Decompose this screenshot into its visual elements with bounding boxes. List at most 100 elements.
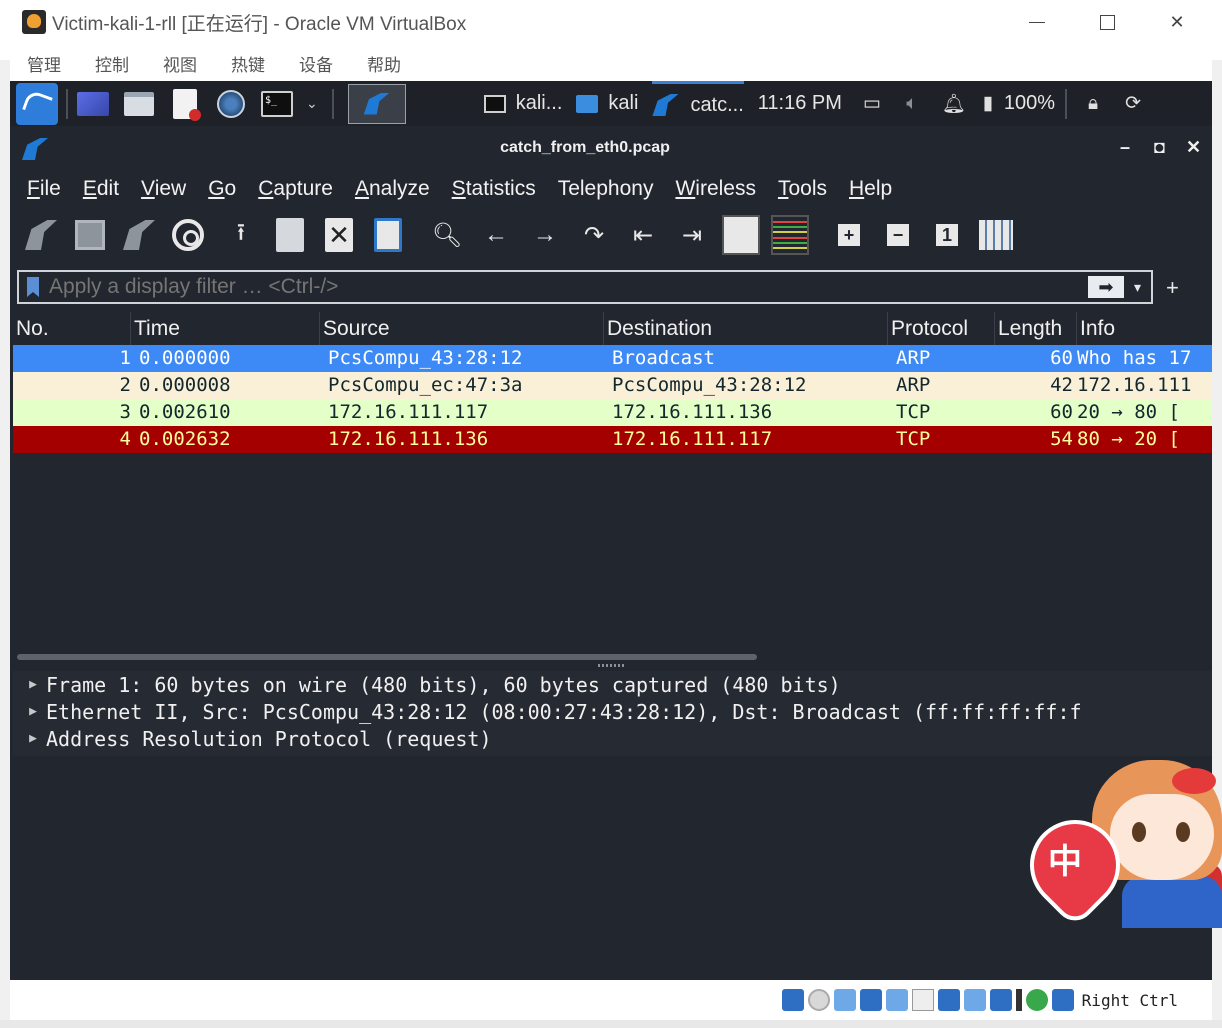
column-header-time[interactable]: Time: [131, 312, 320, 345]
menu-file[interactable]: File: [27, 177, 61, 201]
menu-analyze[interactable]: Analyze: [355, 177, 430, 201]
audio-status-icon[interactable]: [833, 989, 856, 1011]
display-icon[interactable]: ▭: [862, 92, 882, 115]
volume-muted-icon[interactable]: 🔈︎: [902, 93, 922, 115]
taskbar-item-wireshark[interactable]: catc...: [652, 81, 744, 126]
web-browser-launcher[interactable]: [214, 89, 248, 119]
menu-tools-mnemonic: T: [777, 177, 789, 200]
column-header-no[interactable]: No.: [13, 312, 131, 345]
detail-tree-item-frame[interactable]: ▶ Frame 1: 60 bytes on wire (480 bits), …: [20, 671, 1212, 698]
terminal-launcher[interactable]: $_: [260, 89, 294, 119]
go-to-packet-button[interactable]: ↷: [575, 216, 613, 254]
find-packet-button[interactable]: 🔍︎: [428, 216, 466, 254]
close-file-button[interactable]: ✕: [320, 216, 358, 254]
close-button[interactable]: ✕: [1142, 0, 1212, 44]
packet-row[interactable]: 3 0.002610 172.16.111.117 172.16.111.136…: [13, 399, 1212, 426]
autoscroll-button[interactable]: [722, 215, 760, 255]
packet-row[interactable]: 2 0.000008 PcsCompu_ec:47:3a PcsCompu_43…: [13, 372, 1212, 399]
file-manager-launcher[interactable]: [122, 89, 156, 119]
bookmark-icon[interactable]: [27, 277, 39, 297]
recording-status-icon[interactable]: [963, 989, 986, 1011]
pane-splitter-handle[interactable]: [598, 664, 626, 667]
menu-view[interactable]: View: [141, 177, 186, 201]
lock-icon[interactable]: 🔒︎: [1083, 93, 1103, 115]
start-capture-button[interactable]: [22, 216, 60, 254]
menu-control[interactable]: 控制: [95, 51, 129, 76]
apply-filter-button[interactable]: ➡: [1087, 276, 1124, 298]
usb-status-icon[interactable]: [885, 989, 908, 1011]
wireshark-maximize-button[interactable]: ◘: [1154, 137, 1165, 158]
optical-drive-status-icon[interactable]: [807, 989, 830, 1011]
wireshark-close-button[interactable]: ✕: [1186, 137, 1201, 158]
detail-tree-item-ethernet[interactable]: ▶ Ethernet II, Src: PcsCompu_43:28:12 (0…: [20, 698, 1212, 725]
restart-capture-button[interactable]: [120, 216, 158, 254]
go-forward-button[interactable]: →: [526, 216, 564, 254]
menu-help[interactable]: Help: [849, 177, 892, 201]
go-back-button[interactable]: ←: [477, 216, 515, 254]
column-header-destination[interactable]: Destination: [604, 312, 888, 345]
menu-wireless[interactable]: Wireless: [675, 177, 756, 201]
menu-devices[interactable]: 设备: [299, 51, 333, 76]
stop-capture-button[interactable]: [71, 216, 109, 254]
detail-tree-item-arp[interactable]: ▶ Address Resolution Protocol (request): [20, 725, 1212, 752]
menu-edit[interactable]: Edit: [83, 177, 119, 201]
taskbar-item-files[interactable]: kali: [576, 81, 638, 126]
menu-view[interactable]: 视图: [163, 51, 197, 76]
open-file-button[interactable]: ⭱: [222, 216, 260, 254]
expand-arrow-icon[interactable]: ▶: [20, 731, 46, 746]
panel-clock[interactable]: 11:16 PM: [758, 92, 842, 115]
display-filter-input[interactable]: [49, 275, 1088, 299]
maximize-button[interactable]: [1072, 0, 1142, 44]
taskbar-item-terminal[interactable]: kali...: [483, 81, 562, 126]
column-header-info[interactable]: Info: [1077, 312, 1212, 345]
mouse-integration-status-icon[interactable]: [1025, 989, 1048, 1011]
first-packet-button[interactable]: ⇤: [624, 216, 662, 254]
autoscroll-icon: [722, 215, 760, 255]
text-editor-launcher[interactable]: [168, 88, 202, 121]
zoom-out-button[interactable]: −: [879, 216, 917, 254]
kali-menu-dragon-icon[interactable]: [16, 82, 58, 125]
packet-row[interactable]: 4 0.002632 172.16.111.136 172.16.111.117…: [13, 426, 1212, 453]
menu-statistics[interactable]: Statistics: [452, 177, 536, 201]
wireshark-minimize-button[interactable]: –: [1120, 137, 1130, 158]
menu-tools[interactable]: Tools: [778, 177, 827, 201]
menu-capture[interactable]: Capture: [258, 177, 333, 201]
add-filter-button[interactable]: +: [1166, 275, 1179, 301]
minimize-button[interactable]: [1002, 0, 1072, 44]
cell-length: 54: [1050, 428, 1073, 450]
packet-row[interactable]: 1 0.000000 PcsCompu_43:28:12 Broadcast A…: [13, 345, 1212, 372]
notification-bell-icon[interactable]: 🔔︎: [942, 92, 966, 116]
chevron-down-icon[interactable]: ⌄: [306, 95, 318, 112]
show-desktop-launcher[interactable]: [76, 89, 110, 119]
filter-history-dropdown[interactable]: ▾: [1134, 279, 1141, 296]
battery-icon[interactable]: ▮: [978, 92, 998, 115]
menu-hotkeys[interactable]: 热键: [231, 51, 265, 76]
expand-arrow-icon[interactable]: ▶: [20, 677, 46, 692]
save-file-button[interactable]: [271, 216, 309, 254]
colorize-button[interactable]: [771, 215, 809, 255]
menu-go-mnemonic: G: [208, 177, 225, 200]
normal-size-button[interactable]: 1: [928, 216, 966, 254]
resize-columns-button[interactable]: [977, 216, 1015, 254]
display-status-icon[interactable]: [937, 989, 960, 1011]
column-header-source[interactable]: Source: [320, 312, 604, 345]
shared-folders-status-icon[interactable]: [911, 989, 934, 1011]
keyboard-capture-status-icon[interactable]: [1051, 989, 1074, 1011]
reload-file-button[interactable]: [369, 216, 407, 254]
column-header-length[interactable]: Length: [995, 312, 1077, 345]
hard-disk-status-icon[interactable]: [781, 989, 804, 1011]
last-packet-button[interactable]: ⇥: [673, 216, 711, 254]
capture-options-button[interactable]: [169, 216, 207, 254]
expand-arrow-icon[interactable]: ▶: [20, 704, 46, 719]
network-status-icon[interactable]: [859, 989, 882, 1011]
packet-list-horizontal-scrollbar[interactable]: [17, 654, 757, 660]
virtualization-status-icon[interactable]: [989, 989, 1012, 1011]
workspace-switcher[interactable]: [347, 83, 406, 124]
zoom-in-button[interactable]: +: [830, 216, 868, 254]
menu-manage[interactable]: 管理: [27, 51, 61, 76]
column-header-protocol[interactable]: Protocol: [888, 312, 995, 345]
menu-go[interactable]: Go: [208, 177, 236, 201]
menu-telephony[interactable]: Telephony: [558, 177, 654, 201]
logout-icon[interactable]: ⟳: [1123, 92, 1143, 115]
menu-help[interactable]: 帮助: [367, 51, 401, 76]
